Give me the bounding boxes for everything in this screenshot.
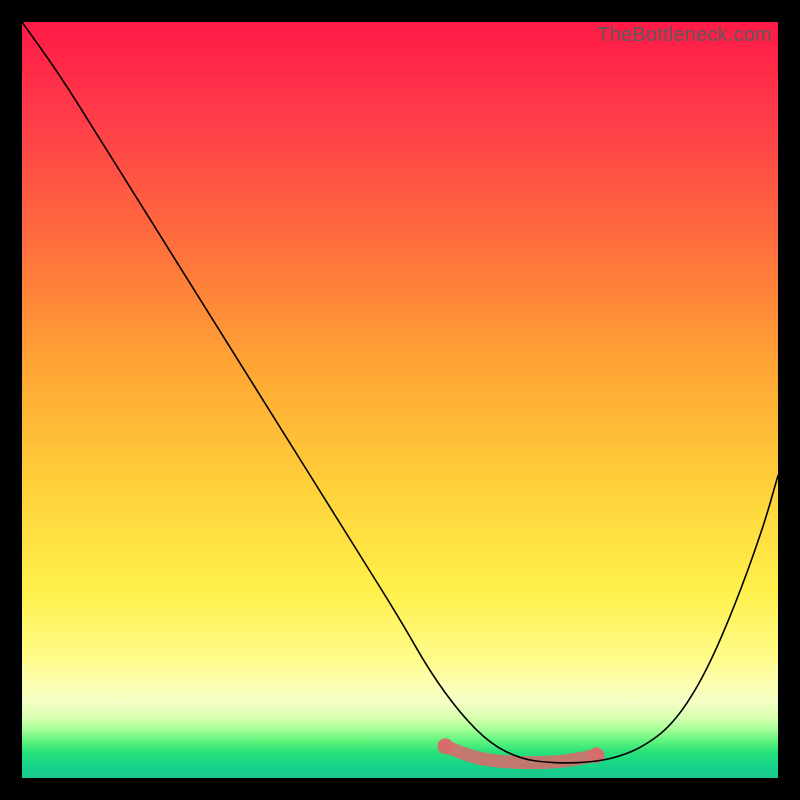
bottleneck-curve-svg: [22, 22, 778, 778]
chart-container: TheBottleneck.com: [0, 0, 800, 800]
bottleneck-curve: [22, 22, 778, 763]
sweet-spot-dot-left: [437, 738, 453, 754]
sweet-spot-underline: [445, 746, 596, 762]
plot-area: TheBottleneck.com: [22, 22, 778, 778]
